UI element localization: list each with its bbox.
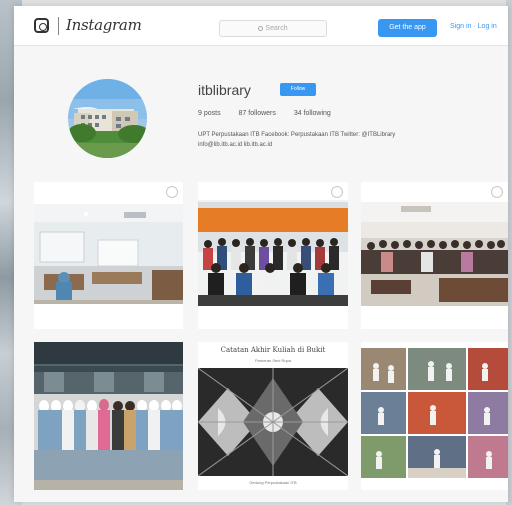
bio-line-1: UPT Perpustakaan ITB Facebook: Perpustak…: [198, 132, 396, 138]
get-the-app-button[interactable]: Get the app: [378, 19, 437, 37]
profile-stats: 9 posts 87 followers 34 following: [198, 110, 347, 117]
gallery-icon: [331, 186, 343, 198]
group-orange-wall-photo: [198, 182, 348, 329]
poster-abstract-pattern: [198, 368, 348, 476]
avatar-building-photo: [68, 79, 147, 158]
seminar-room-photo: [361, 182, 508, 329]
post-thumbnail-classroom[interactable]: [34, 182, 183, 329]
poster-footer: Gedung Perpustakaan ITB: [249, 480, 297, 485]
profile-username: itblibrary: [198, 82, 251, 98]
poster-subtitle: Pameran Seni Rupa: [254, 358, 292, 363]
post-thumbnail-group-outdoor[interactable]: [34, 342, 183, 490]
follow-button[interactable]: Follow: [280, 83, 316, 96]
profile-avatar[interactable]: [68, 79, 147, 158]
posts-count: 9 posts: [198, 110, 221, 117]
sign-in-link[interactable]: Sign in: [450, 23, 471, 30]
classroom-photo: [34, 182, 183, 329]
search-input[interactable]: Search: [219, 20, 327, 37]
auth-links: Sign in · Log in: [450, 23, 497, 30]
instagram-profile-page: Instagram Search Get the app Sign in · L…: [14, 6, 508, 502]
post-thumbnail-sports-collage[interactable]: [361, 342, 508, 490]
sports-collage-photo: [361, 342, 508, 490]
instagram-wordmark[interactable]: Instagram: [66, 16, 142, 34]
log-in-link[interactable]: Log in: [478, 23, 497, 30]
followers-count[interactable]: 87 followers: [239, 110, 276, 117]
post-thumbnail-poster[interactable]: Catatan Akhir Kuliah di Bukit Pameran Se…: [198, 342, 348, 490]
auth-separator: ·: [473, 23, 476, 30]
following-count[interactable]: 34 following: [294, 110, 331, 117]
post-thumbnail-seminar[interactable]: [361, 182, 508, 329]
search-icon: [258, 26, 264, 31]
top-navigation-bar: Instagram Search Get the app Sign in · L…: [14, 6, 508, 46]
post-thumbnail-group-orange[interactable]: [198, 182, 348, 329]
group-outdoor-photo: [34, 342, 183, 490]
gallery-icon: [166, 186, 178, 198]
logo-separator: [58, 17, 59, 35]
profile-bio: UPT Perpustakaan ITB Facebook: Perpustak…: [198, 130, 488, 150]
bio-line-2[interactable]: info@lib.itb.ac.id lib.itb.ac.id: [198, 140, 488, 150]
search-placeholder: Search: [265, 25, 288, 32]
poster-title: Catatan Akhir Kuliah di Bukit: [220, 346, 326, 354]
instagram-camera-icon[interactable]: [34, 18, 49, 33]
gallery-icon: [491, 186, 503, 198]
